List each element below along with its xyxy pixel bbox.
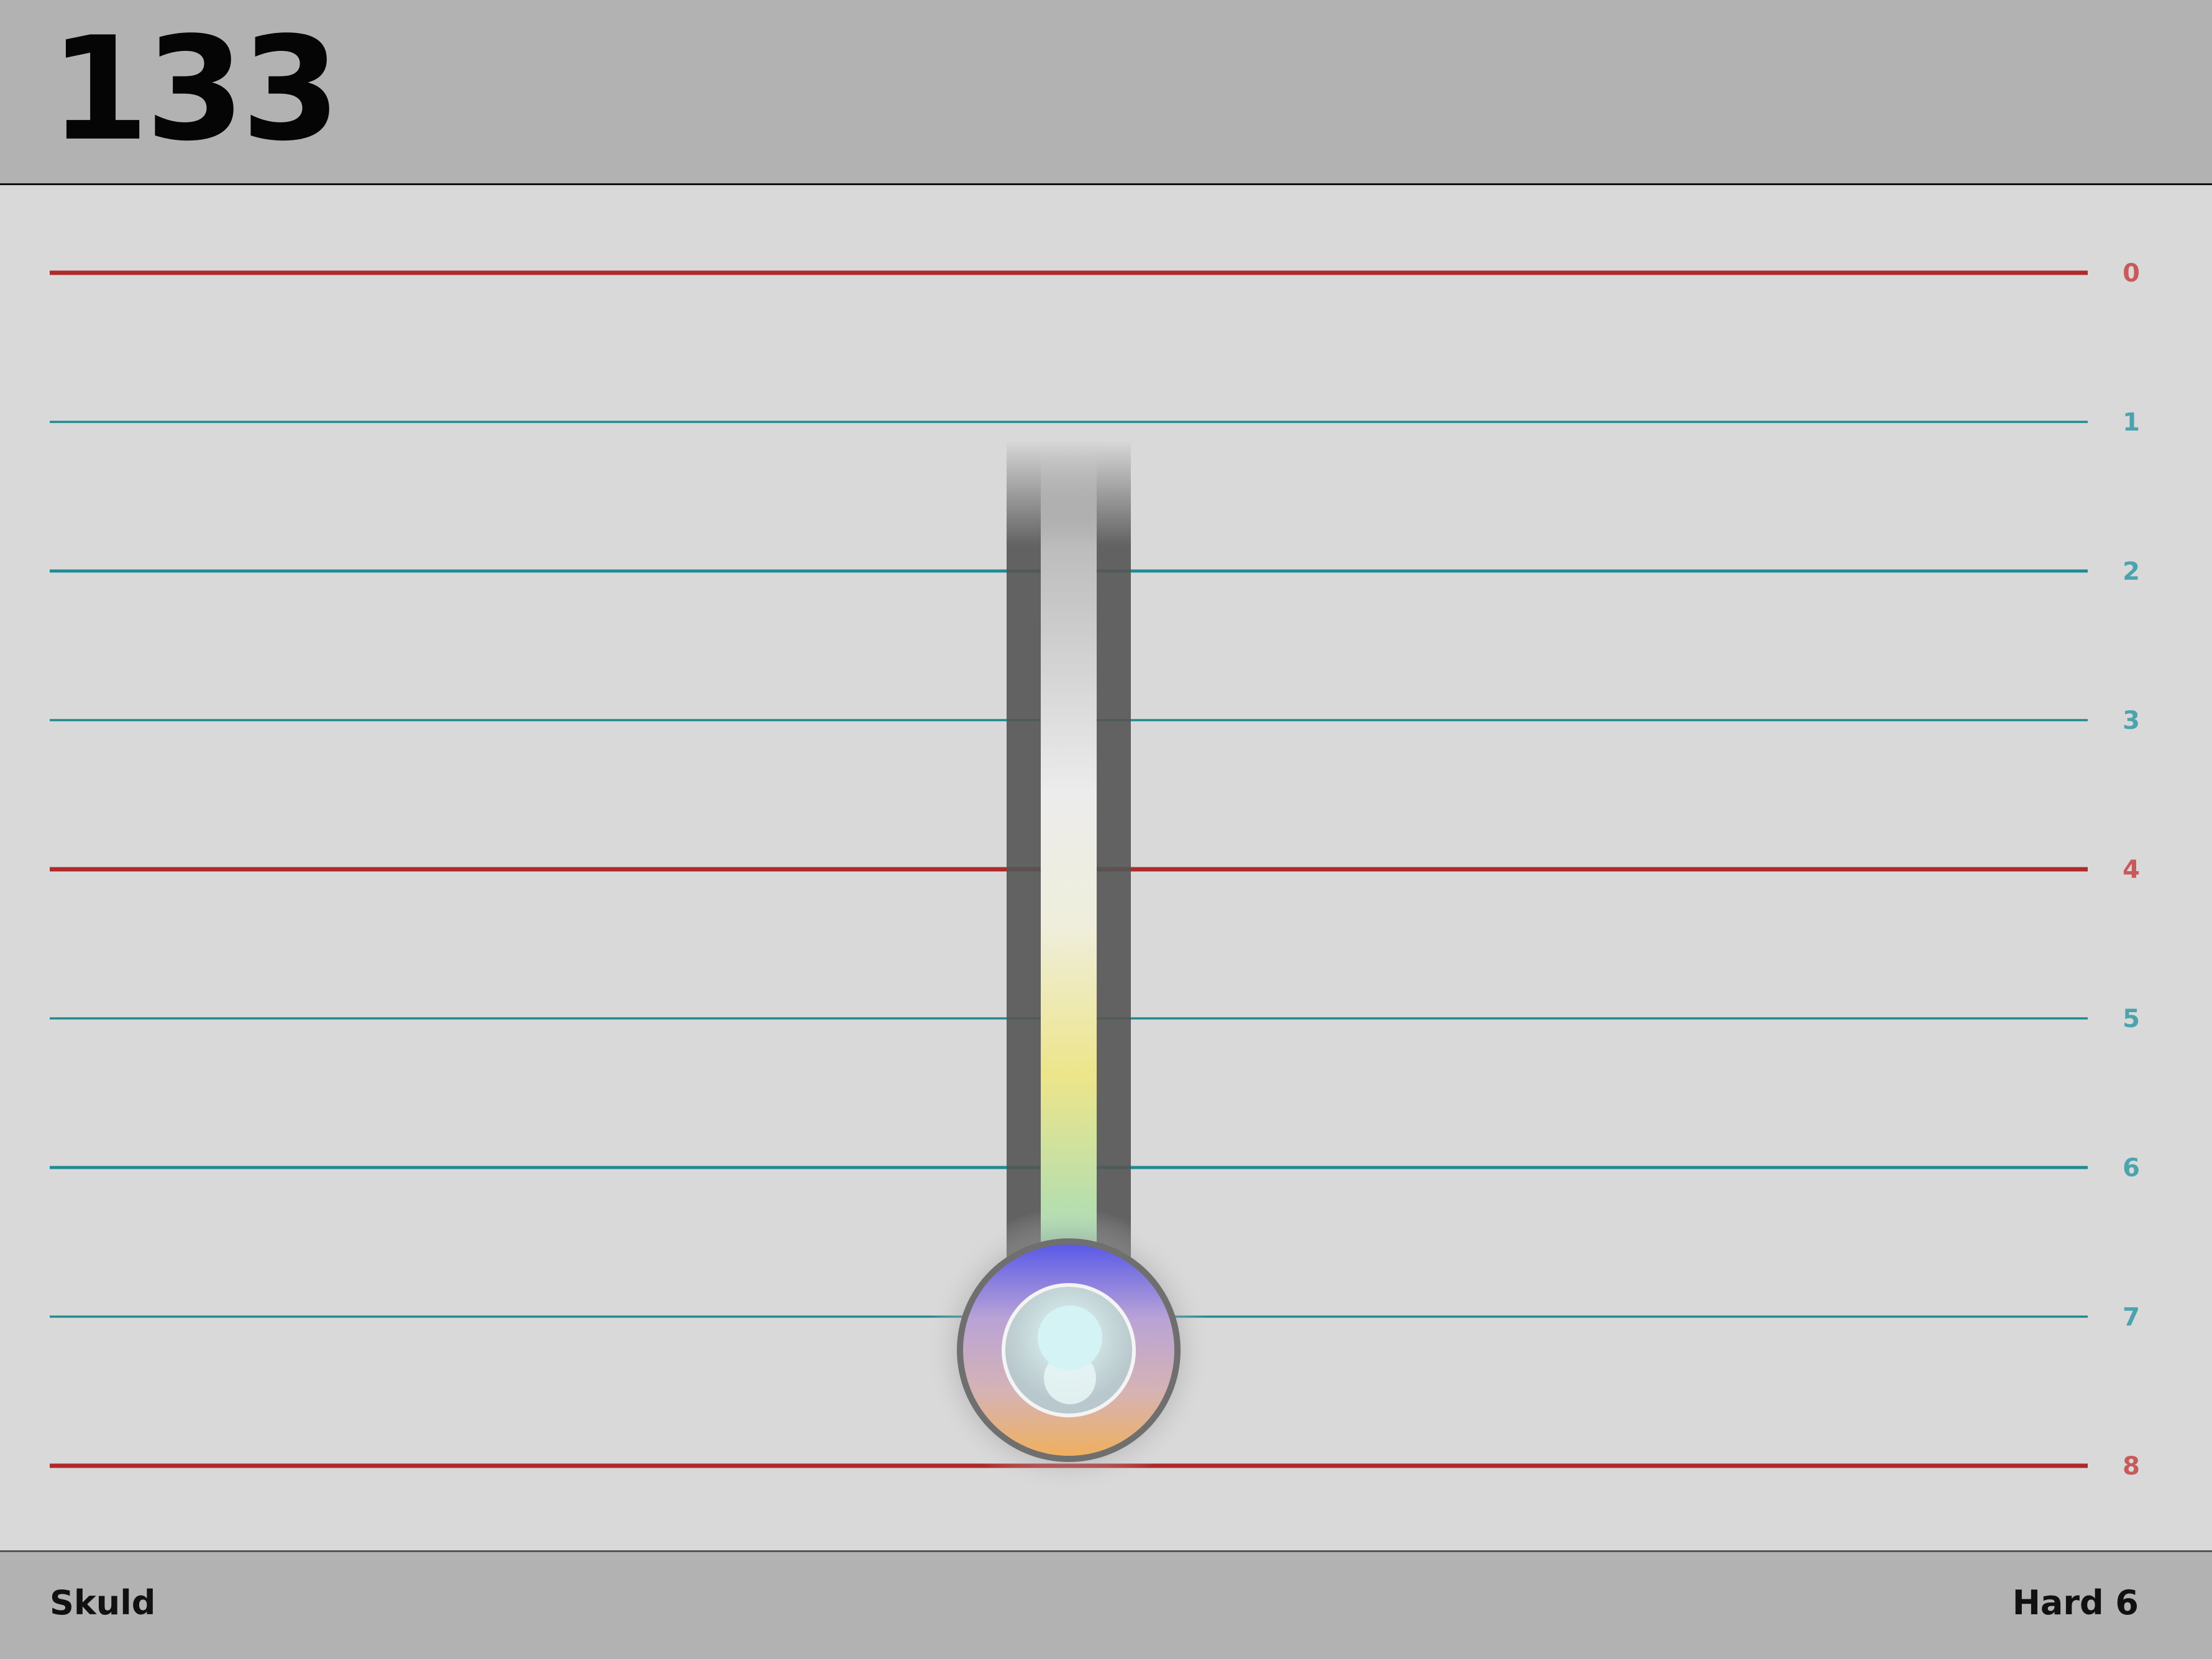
hold-note-cursor-icon [926, 440, 1212, 1493]
lane-grid: 0 1 2 3 4 5 6 7 8 [50, 259, 2140, 1493]
header-bar: 133 [0, 0, 2212, 185]
lane-label-5: 5 [2123, 1005, 2140, 1033]
footer-bar: Skuld Hard 6 [0, 1550, 2212, 1659]
lane-label-4: 4 [2123, 856, 2140, 884]
lane-label-6: 6 [2123, 1154, 2140, 1182]
lane-label-7: 7 [2123, 1303, 2140, 1332]
song-title: Skuld [50, 1583, 156, 1622]
hold-trail [1041, 440, 1097, 1322]
playfield[interactable]: 0 1 2 3 4 5 6 7 8 [0, 185, 2212, 1550]
lane-label-3: 3 [2123, 706, 2140, 735]
lane-label-8: 8 [2123, 1452, 2140, 1481]
difficulty-label: Hard 6 [2012, 1583, 2139, 1622]
lane-label-1: 1 [2123, 408, 2140, 437]
lane-label-2: 2 [2123, 557, 2140, 586]
score-display: 133 [50, 7, 340, 173]
lane-label-0: 0 [2123, 259, 2140, 288]
